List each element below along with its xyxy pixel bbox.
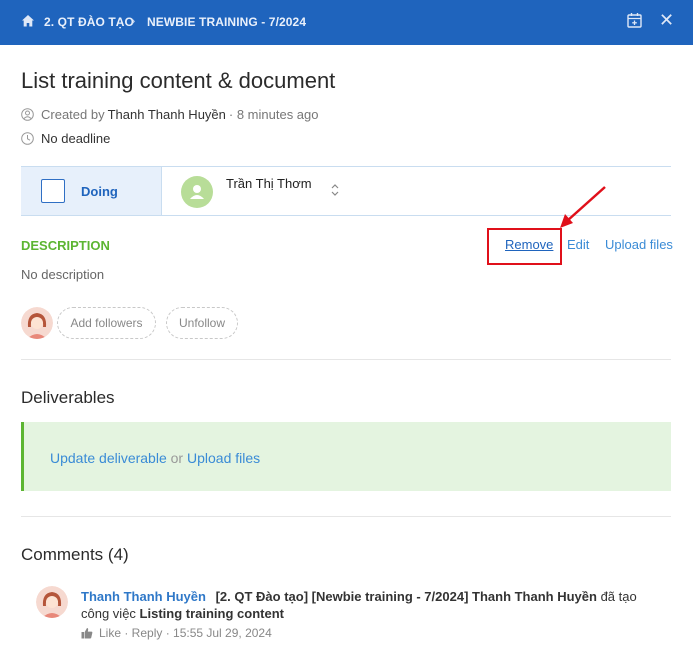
annotation-highlight-box	[487, 228, 562, 265]
status-selector[interactable]: Doing	[21, 167, 162, 215]
deliverable-text: Update deliverable or Upload files	[50, 450, 260, 466]
person-icon	[190, 185, 204, 199]
edit-link[interactable]: Edit	[567, 237, 589, 252]
created-by-label: Created by	[41, 107, 105, 122]
clock-icon	[21, 132, 34, 145]
assignee-avatar[interactable]	[181, 176, 213, 208]
divider	[21, 516, 671, 517]
unfollow-button[interactable]: Unfollow	[166, 307, 238, 339]
breadcrumb-separator: ›	[131, 13, 136, 28]
comment-text: Thanh Thanh Huyền [2. QT Đào tạo] [Newbi…	[81, 588, 641, 622]
comment-avatar[interactable]	[36, 586, 68, 618]
created-by-row: Created by Thanh Thanh Huyền · 8 minutes…	[21, 107, 319, 122]
description-label: DESCRIPTION	[21, 238, 110, 253]
deadline-text[interactable]: No deadline	[41, 131, 110, 146]
comment-actions[interactable]: Like · Reply · 15:55 Jul 29, 2024	[99, 626, 272, 640]
comment-author[interactable]: Thanh Thanh Huyền	[81, 589, 206, 604]
created-time: · 8 minutes ago	[228, 107, 319, 122]
task-title: List training content & document	[21, 68, 336, 93]
comments-title: Comments (4)	[21, 545, 129, 564]
breadcrumb-project[interactable]: 2. QT ĐÀO TẠO	[44, 15, 134, 29]
breadcrumb-list[interactable]: NEWBIE TRAINING - 7/2024	[147, 15, 306, 29]
header-bar: 2. QT ĐÀO TẠO › NEWBIE TRAINING - 7/2024…	[0, 0, 693, 45]
or-text: or	[170, 450, 184, 466]
thumbs-up-icon[interactable]	[81, 627, 93, 639]
chevron-updown-icon[interactable]	[331, 181, 339, 199]
update-deliverable-link[interactable]: Update deliverable	[50, 450, 167, 466]
close-icon[interactable]: ✕	[659, 11, 674, 29]
deliverable-upload-link[interactable]: Upload files	[187, 450, 260, 466]
deliverables-title: Deliverables	[21, 388, 115, 407]
status-label: Doing	[81, 184, 118, 199]
deliverable-panel: Update deliverable or Upload files	[21, 422, 671, 491]
divider	[21, 359, 671, 360]
user-outline-icon	[21, 108, 34, 121]
upload-files-link[interactable]: Upload files	[605, 237, 673, 252]
status-checkbox[interactable]	[41, 179, 65, 203]
description-text: No description	[21, 267, 105, 282]
deadline-row: No deadline	[21, 131, 110, 146]
comment-meta: Like · Reply · 15:55 Jul 29, 2024	[81, 626, 272, 640]
creator-name[interactable]: Thanh Thanh Huyền	[108, 107, 226, 122]
annotation-arrow-icon	[560, 186, 606, 228]
add-followers-button[interactable]: Add followers	[57, 307, 156, 339]
comment-bold-prefix: [2. QT Đào tạo] [Newbie training - 7/202…	[215, 589, 597, 604]
home-icon[interactable]	[21, 14, 35, 28]
assignee-name[interactable]: Trần Thị Thơm	[226, 176, 312, 191]
comment-bold-task: Listing training content	[139, 606, 284, 621]
follower-avatar[interactable]	[21, 307, 53, 339]
calendar-add-icon[interactable]	[627, 12, 642, 28]
